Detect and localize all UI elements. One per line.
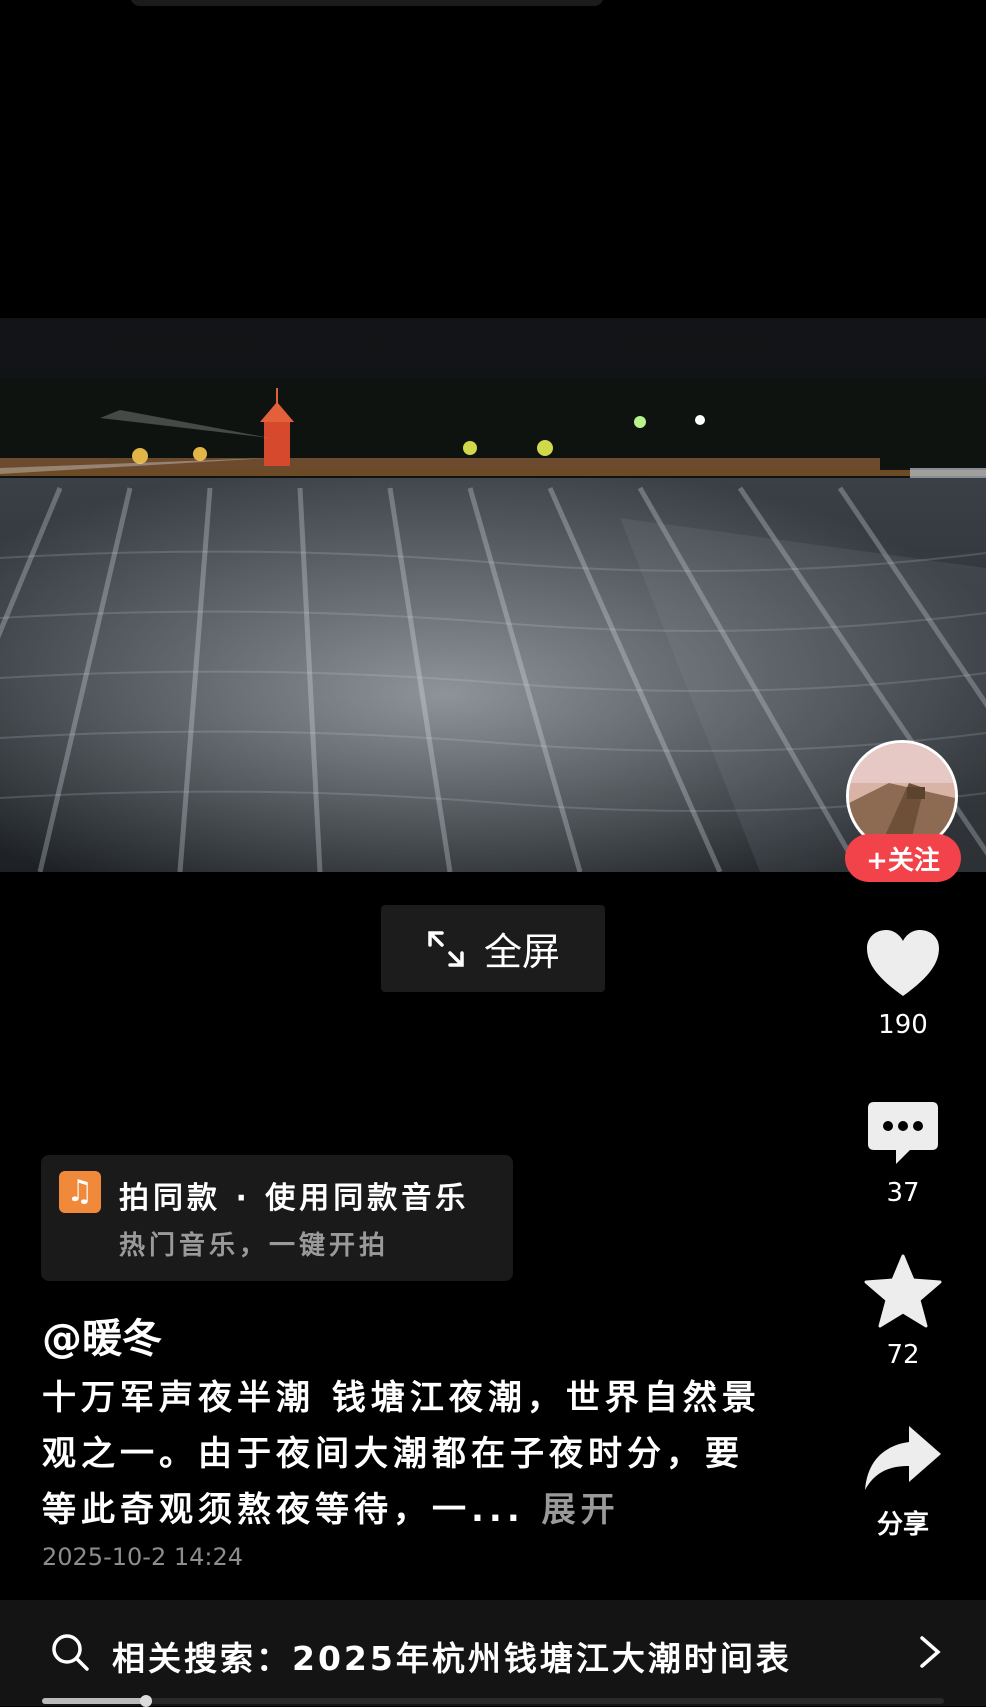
like-action[interactable]: 190 [846,928,960,1040]
music-title: 拍同款 · 使用同款音乐 [119,1181,470,1216]
related-search-text: 相关搜索：2025年杭州钱塘江大潮时间表 [112,1639,792,1678]
video-progress-fill [42,1698,146,1704]
post-timestamp: 2025-10-2 14:24 [42,1543,243,1571]
video-progress-bar[interactable] [42,1695,944,1707]
post-description: 十万军声夜半潮 钱塘江夜潮，世界自然景观之一。由于夜间大潮都在子夜时分，要等此奇… [42,1370,762,1538]
star-icon [864,1254,942,1328]
description-text: 十万军声夜半潮 钱塘江夜潮，世界自然景观之一。由于夜间大潮都在子夜时分，要等此奇… [42,1378,761,1530]
follow-button[interactable]: +关注 [845,834,961,882]
favorite-count: 72 [886,1340,920,1370]
status-bar-pill [130,0,604,6]
favorite-action[interactable]: 72 [846,1254,960,1370]
share-arrow-icon [865,1426,941,1490]
heart-icon [867,930,939,996]
video-progress-handle[interactable] [139,1695,152,1707]
comment-icon [868,1102,938,1164]
creator-avatar-group: +关注 [845,740,961,886]
share-label: 分享 [876,1510,929,1540]
music-subtitle: 热门音乐，一键开拍 [119,1231,390,1261]
author-name[interactable]: @暖冬 [42,1306,162,1364]
share-action[interactable]: 分享 [846,1424,960,1541]
expand-icon [428,930,464,967]
music-note-icon: ♫ [59,1171,101,1213]
like-count: 190 [878,1010,928,1040]
related-search-bar[interactable]: 相关搜索：2025年杭州钱塘江大潮时间表 [0,1600,986,1706]
video-frame-image [0,318,986,872]
use-music-card[interactable]: ♫ 拍同款 · 使用同款音乐 热门音乐，一键开拍 [41,1155,513,1281]
comment-count: 37 [886,1178,920,1208]
video-player[interactable] [0,318,986,872]
search-icon [52,1634,89,1671]
comment-action[interactable]: 37 [846,1100,960,1208]
expand-link[interactable]: 展开 [542,1490,620,1530]
fullscreen-label: 全屏 [483,930,560,974]
chevron-right-icon [920,1636,941,1668]
fullscreen-button[interactable]: 全屏 [381,905,605,992]
